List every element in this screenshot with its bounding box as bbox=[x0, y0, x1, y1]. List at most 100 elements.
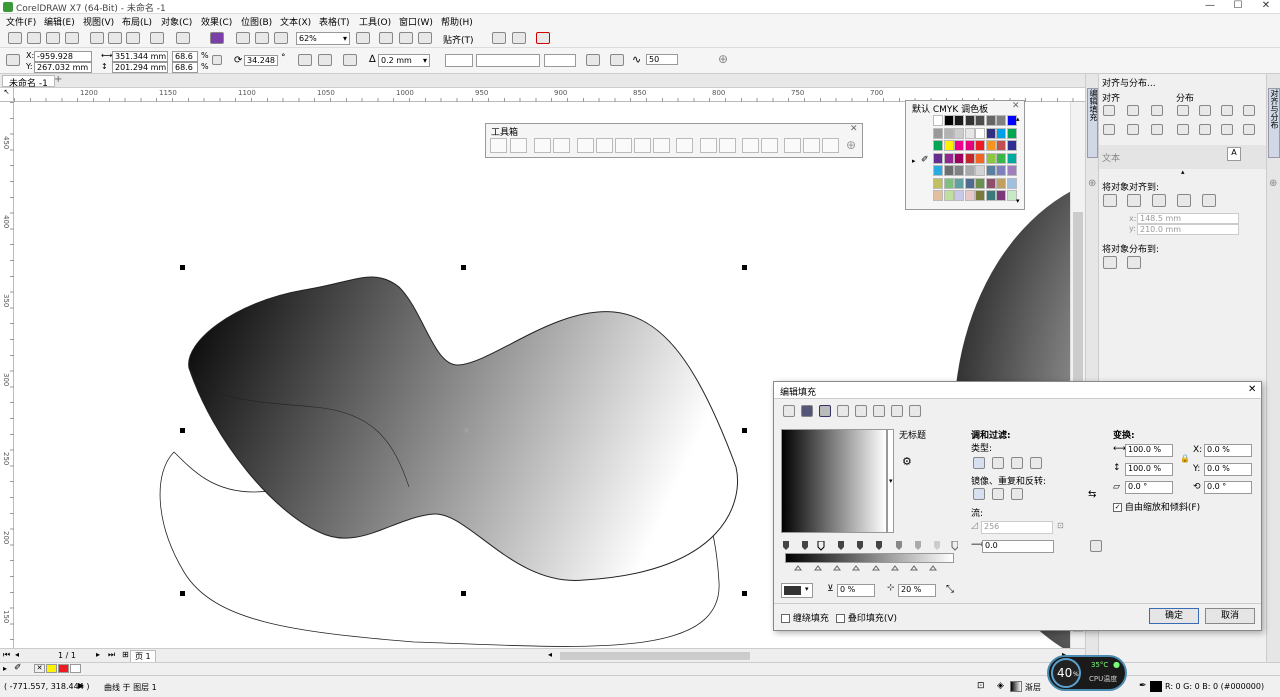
ellipse-tool-icon[interactable] bbox=[634, 138, 651, 153]
copy-icon[interactable] bbox=[108, 32, 122, 44]
import-icon[interactable] bbox=[236, 32, 250, 44]
pick-tool-icon[interactable] bbox=[490, 138, 507, 153]
cut-icon[interactable] bbox=[90, 32, 104, 44]
palette-swatch[interactable] bbox=[985, 165, 996, 176]
distribute-middle-icon[interactable] bbox=[1199, 124, 1211, 135]
eyedropper-icon[interactable]: ✐ bbox=[921, 155, 929, 165]
parallel-dimension-icon[interactable] bbox=[700, 138, 717, 153]
menu-file[interactable]: 文件(F) bbox=[6, 15, 36, 28]
selection-handle[interactable] bbox=[742, 265, 747, 270]
next-page-icon[interactable]: ▸ bbox=[96, 650, 100, 659]
palette-swatch[interactable] bbox=[985, 190, 996, 201]
tab-document[interactable]: 未命名 -1 bbox=[2, 75, 55, 89]
align-center-h-icon[interactable] bbox=[1127, 105, 1139, 116]
fountain-fill-icon[interactable] bbox=[819, 405, 831, 417]
palette-expand-icon[interactable]: ▸ bbox=[912, 157, 916, 165]
conical-fill-icon[interactable] bbox=[1011, 457, 1023, 469]
palette-swatch[interactable] bbox=[943, 165, 954, 176]
palette-swatch[interactable] bbox=[933, 140, 943, 151]
palette-swatch[interactable] bbox=[933, 127, 943, 139]
repeat-mirror-icon[interactable] bbox=[992, 488, 1004, 500]
artistic-media-icon[interactable] bbox=[596, 138, 613, 153]
acceleration-field[interactable]: 0.0 bbox=[982, 540, 1054, 553]
object-origin-icon[interactable] bbox=[6, 54, 20, 66]
palette-scroll-up-icon[interactable]: ▴ bbox=[1016, 115, 1020, 123]
ruler-origin[interactable]: ↖ bbox=[0, 88, 14, 102]
palette-swatch[interactable] bbox=[975, 152, 985, 164]
show-rulers-icon[interactable] bbox=[379, 32, 393, 44]
no-fill-icon[interactable] bbox=[783, 405, 795, 417]
height-field[interactable]: 201.294 mm bbox=[112, 62, 168, 73]
scale-x-field[interactable]: 68.6 bbox=[172, 51, 198, 62]
palette-swatch[interactable] bbox=[996, 152, 1006, 164]
cpu-monitor-widget[interactable]: 40 % 35°C ● CPU温度 bbox=[1047, 655, 1127, 691]
free-scale-option[interactable]: ✓ 自由缩放和倾斜(F) bbox=[1113, 500, 1200, 513]
eyedropper-icon[interactable]: ✐ bbox=[14, 663, 22, 673]
align-bottom-icon[interactable] bbox=[1151, 124, 1163, 135]
no-color-swatch[interactable]: ✕ bbox=[34, 664, 45, 673]
smooth-transition-icon[interactable] bbox=[1090, 540, 1102, 552]
add-page-icon[interactable]: ⊞ bbox=[122, 650, 129, 659]
opacity-field[interactable]: 0 % bbox=[837, 584, 875, 597]
align-to-active-icon[interactable] bbox=[1103, 194, 1117, 207]
crop-tool-icon[interactable] bbox=[534, 138, 551, 153]
align-to-page-edge-icon[interactable] bbox=[1127, 194, 1141, 207]
x-coord-field[interactable]: 148.5 mm bbox=[1137, 213, 1239, 224]
zoom-tool-icon[interactable] bbox=[553, 138, 570, 153]
palette-swatch[interactable] bbox=[1006, 140, 1017, 151]
last-page-icon[interactable]: ⏭ bbox=[108, 650, 115, 660]
fill-y-field[interactable]: 0.0 % bbox=[1204, 463, 1252, 476]
palette-swatch[interactable] bbox=[1006, 115, 1017, 126]
interactive-fill-icon[interactable] bbox=[803, 138, 820, 153]
palette-swatch[interactable] bbox=[943, 140, 954, 151]
align-left-icon[interactable] bbox=[1103, 105, 1115, 116]
prev-page-icon[interactable]: ◂ bbox=[15, 650, 19, 659]
text-tool-icon[interactable] bbox=[676, 138, 693, 153]
fill-x-field[interactable]: 0.0 % bbox=[1204, 444, 1252, 457]
selection-handle[interactable] bbox=[742, 591, 747, 596]
mirror-v-icon[interactable] bbox=[318, 54, 332, 66]
rectangle-tool-icon[interactable] bbox=[615, 138, 632, 153]
palette-swatch[interactable] bbox=[943, 127, 954, 139]
add-icon[interactable]: ⊕ bbox=[718, 52, 728, 66]
export-icon[interactable] bbox=[255, 32, 269, 44]
options-icon[interactable] bbox=[492, 32, 506, 44]
selection-handle[interactable] bbox=[180, 265, 185, 270]
palette-swatch[interactable] bbox=[975, 127, 985, 139]
palette-swatch[interactable] bbox=[996, 127, 1006, 139]
undo-icon[interactable] bbox=[150, 32, 164, 44]
snap-to-icon[interactable] bbox=[418, 32, 432, 44]
transparency-tool-icon[interactable] bbox=[761, 138, 778, 153]
menu-table[interactable]: 表格(T) bbox=[319, 15, 350, 28]
overprint-option[interactable]: 叠印填充(V) bbox=[836, 611, 897, 624]
palette-swatch[interactable] bbox=[975, 190, 985, 201]
fill-options-icon[interactable]: ⚙ bbox=[902, 455, 912, 468]
new-tab-button[interactable]: + bbox=[54, 74, 62, 85]
palette-swatch[interactable] bbox=[975, 115, 985, 126]
width-field[interactable]: 351.344 mm bbox=[112, 51, 168, 62]
tab-edit-fill[interactable]: 编辑填充 bbox=[1087, 88, 1098, 158]
distribute-center-icon[interactable] bbox=[1199, 105, 1211, 116]
overprint-checkbox[interactable] bbox=[836, 614, 845, 623]
palette-swatch[interactable] bbox=[996, 190, 1006, 201]
palette-swatch[interactable] bbox=[933, 177, 943, 189]
distribute-left-icon[interactable] bbox=[1177, 105, 1189, 116]
add-docker-icon[interactable]: ⊕ bbox=[1269, 178, 1277, 189]
free-scale-checkbox[interactable]: ✓ bbox=[1113, 503, 1122, 512]
wrap-fill-option[interactable]: 缠绕填充 bbox=[781, 611, 829, 624]
palette-swatch[interactable] bbox=[1006, 152, 1017, 164]
menu-view[interactable]: 视图(V) bbox=[83, 15, 114, 28]
palette-swatch[interactable] bbox=[975, 140, 985, 151]
angle-field[interactable]: 34.248 bbox=[244, 55, 278, 66]
save-icon[interactable] bbox=[46, 32, 60, 44]
maximize-button[interactable]: ☐ bbox=[1224, 0, 1252, 14]
palette-swatch[interactable] bbox=[954, 165, 964, 176]
square-fill-icon[interactable] bbox=[1030, 457, 1042, 469]
open-icon[interactable] bbox=[27, 32, 41, 44]
align-to-page-center-icon[interactable] bbox=[1152, 194, 1166, 207]
color-proof-icon[interactable] bbox=[536, 32, 550, 44]
palette-swatch[interactable] bbox=[996, 165, 1006, 176]
wrap-fill-checkbox[interactable] bbox=[781, 614, 790, 623]
linear-fill-icon[interactable] bbox=[973, 457, 985, 469]
distribute-top-icon[interactable] bbox=[1177, 124, 1189, 135]
